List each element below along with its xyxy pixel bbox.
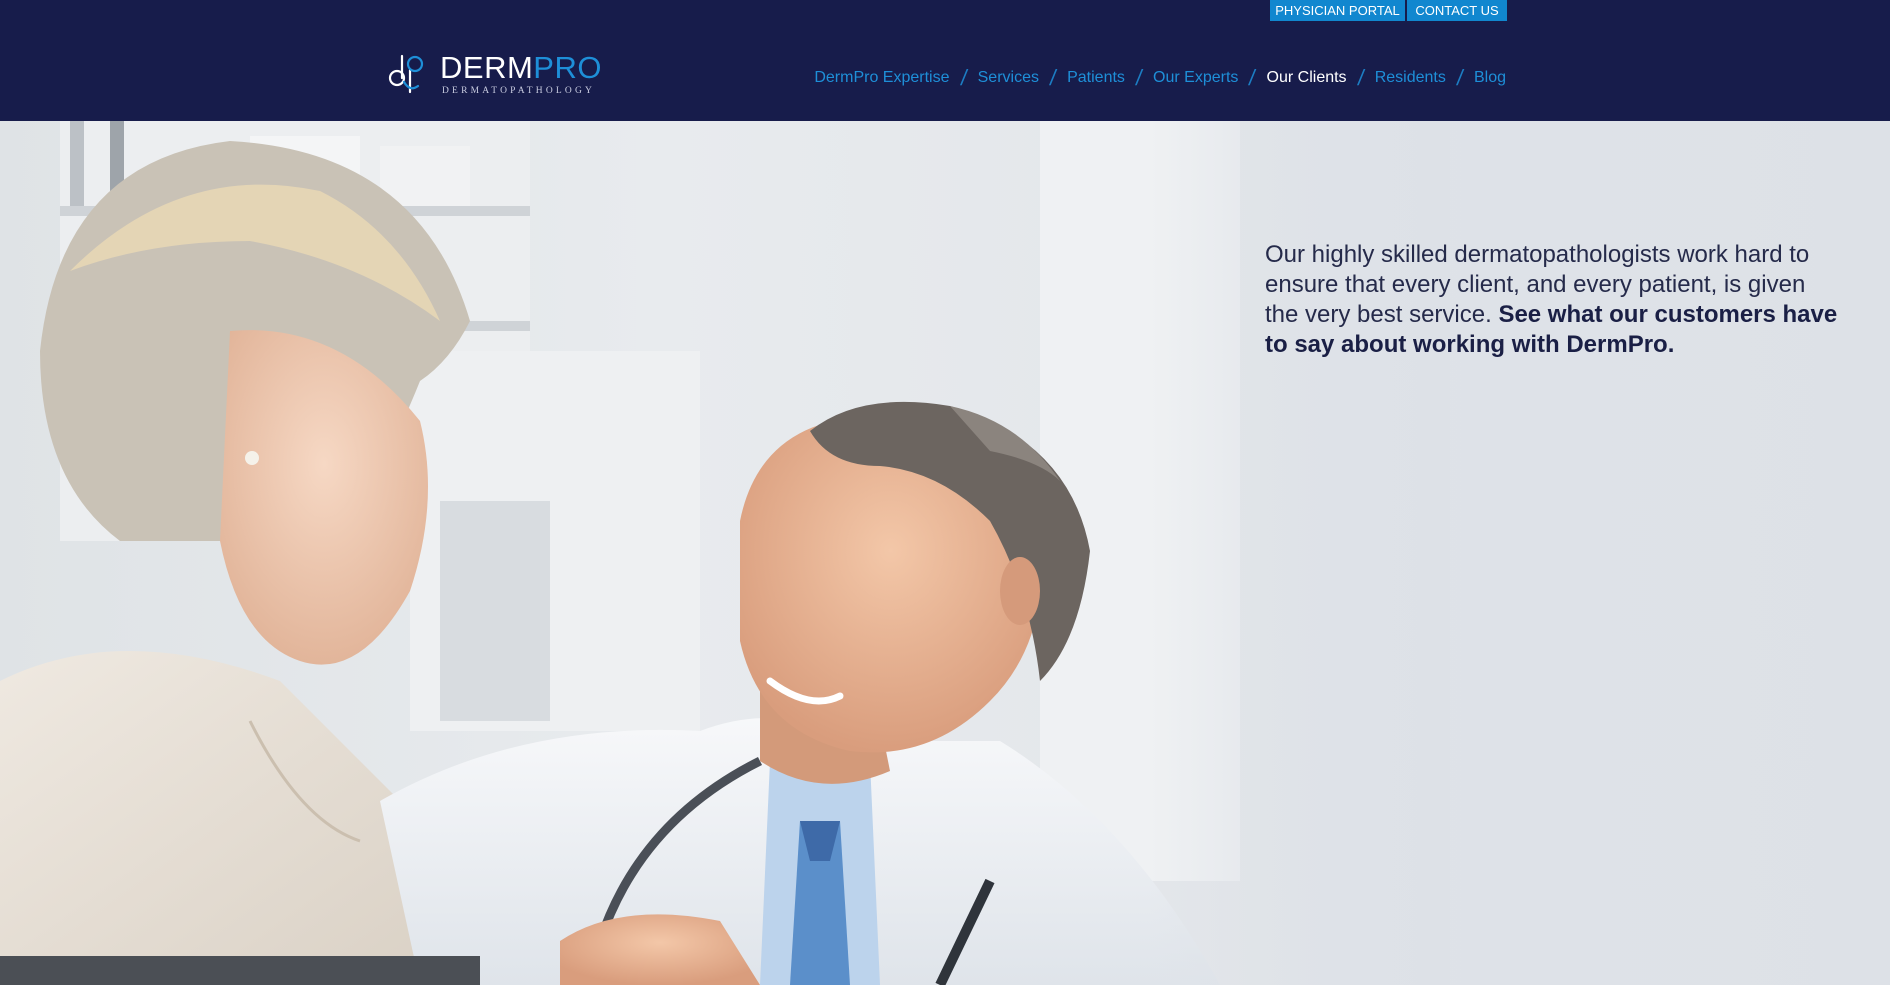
nav-separator: / [958,65,969,90]
hero-banner: Our highly skilled dermatopathologists w… [0,121,1890,985]
nav-item-blog[interactable]: Blog [1474,69,1506,87]
utility-bar: PHYSICIAN PORTAL CONTACT US [1270,0,1507,21]
site-header: PHYSICIAN PORTAL CONTACT US DERMPRO DERM… [0,0,1890,121]
hero-photo-doctor-patient [0,121,1320,985]
nav-separator: / [1355,65,1366,90]
logo-word-derm: DERM [440,49,534,85]
logo-subtitle: DERMATOPATHOLOGY [442,85,596,96]
nav-item-our-experts[interactable]: Our Experts [1153,69,1238,87]
logo-word-pro: PRO [533,49,602,85]
nav-separator: / [1134,65,1144,90]
hero-intro: Our highly skilled dermatopathologists w… [1265,240,1845,360]
dp-monogram-icon [388,54,424,94]
contact-us-button[interactable]: CONTACT US [1407,0,1507,21]
nav-item-our-clients[interactable]: Our Clients [1267,69,1347,87]
nav-item-dermpro-expertise[interactable]: DermPro Expertise [814,69,949,87]
nav-separator: / [1048,65,1058,90]
main-nav: DermPro Expertise / Services / Patients … [814,65,1506,91]
nav-separator: / [1455,65,1465,90]
nav-item-services[interactable]: Services [978,69,1039,87]
nav-item-residents[interactable]: Residents [1375,69,1446,87]
site-logo[interactable]: DERMPRO DERMATOPATHOLOGY [388,52,602,96]
logo-wordmark: DERMPRO [440,49,602,85]
nav-separator: / [1247,65,1258,90]
physician-portal-button[interactable]: PHYSICIAN PORTAL [1270,0,1405,21]
logo-text: DERMPRO DERMATOPATHOLOGY [440,49,602,96]
nav-item-patients[interactable]: Patients [1067,69,1125,87]
